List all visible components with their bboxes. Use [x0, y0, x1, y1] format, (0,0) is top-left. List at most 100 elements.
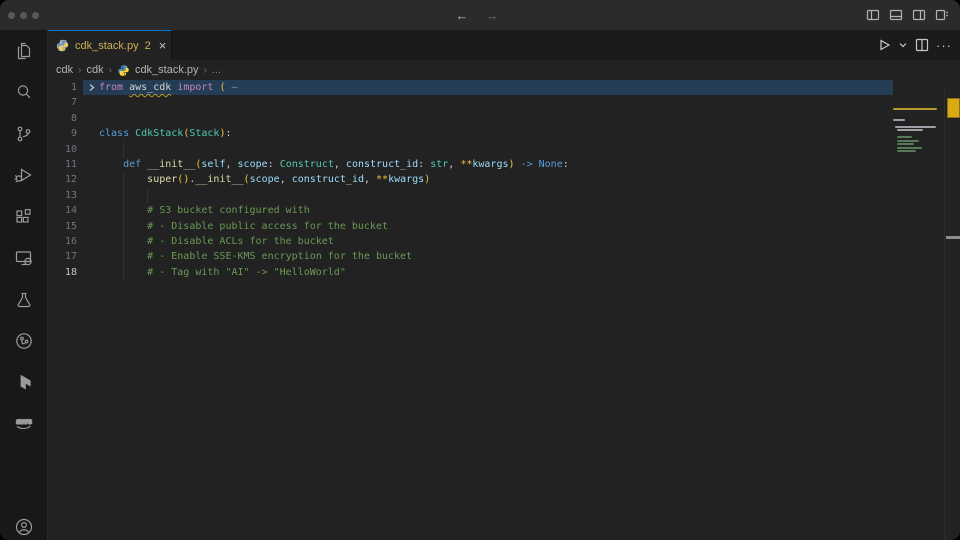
- indent-guide: [123, 265, 124, 280]
- code-line[interactable]: 8: [48, 111, 960, 126]
- indent-guide: [123, 203, 124, 218]
- title-bar: ← →: [0, 0, 960, 30]
- breadcrumb-separator: ›: [109, 65, 112, 76]
- code-text: # S3 bucket configured with: [99, 203, 310, 218]
- line-number: 9: [48, 126, 83, 141]
- code-text: # - Disable public access for the bucket: [99, 219, 388, 234]
- code-line[interactable]: 7: [48, 95, 960, 110]
- split-editor-icon[interactable]: [914, 37, 930, 53]
- code-line[interactable]: 17 # - Enable SSE-KMS encryption for the…: [48, 249, 960, 264]
- code-text: # - Tag with "AI" -> "HelloWorld": [99, 265, 346, 280]
- python-file-icon: [56, 39, 69, 52]
- fold-gutter: [83, 249, 99, 264]
- python-file-icon: [117, 64, 130, 77]
- source-control-icon[interactable]: [0, 113, 48, 155]
- code-text: # - Disable ACLs for the bucket: [99, 234, 334, 249]
- indent-guide: [123, 249, 124, 264]
- traffic-lights: [8, 0, 39, 30]
- customize-layout-icon[interactable]: [934, 7, 950, 23]
- code-text: super().__init__(scope, construct_id, **…: [99, 172, 430, 187]
- fold-chevron-icon[interactable]: [83, 80, 99, 95]
- line-number: 18: [48, 265, 83, 280]
- code-line[interactable]: 10: [48, 142, 960, 157]
- line-number: 13: [48, 188, 83, 203]
- fold-gutter: [83, 203, 99, 218]
- tab-bar: cdk_stack.py 2 × ···: [48, 30, 960, 60]
- code-line[interactable]: 13: [48, 188, 960, 203]
- code-line[interactable]: 9class CdkStack(Stack):: [48, 126, 960, 141]
- fold-gutter: [83, 95, 99, 110]
- fold-gutter: [83, 265, 99, 280]
- line-number: 8: [48, 111, 83, 126]
- breadcrumb-item[interactable]: ...: [212, 64, 221, 76]
- indent-guide: [123, 234, 124, 249]
- run-dropdown-chevron-icon[interactable]: [898, 37, 908, 53]
- overview-cursor-marker: [946, 236, 960, 239]
- code-line[interactable]: 15 # - Disable public access for the buc…: [48, 219, 960, 234]
- code-line[interactable]: 14 # S3 bucket configured with: [48, 203, 960, 218]
- minimap-line: [897, 150, 915, 152]
- overview-warning-marker: [947, 98, 960, 118]
- git-graph-icon[interactable]: [0, 321, 48, 363]
- run-python-file-icon[interactable]: [876, 37, 892, 53]
- line-number: 1: [48, 80, 83, 95]
- code-line[interactable]: 18 # - Tag with "AI" -> "HelloWorld": [48, 265, 960, 280]
- navigate-forward-button[interactable]: →: [482, 5, 502, 25]
- explorer-icon[interactable]: [0, 30, 48, 72]
- breadcrumb-separator: ›: [204, 65, 207, 76]
- minimap-line: [895, 126, 936, 128]
- code-line[interactable]: 16 # - Disable ACLs for the bucket: [48, 234, 960, 249]
- breadcrumb-item[interactable]: cdk: [86, 64, 103, 76]
- minimap[interactable]: [893, 108, 937, 328]
- minimap-line: [897, 140, 919, 142]
- search-icon[interactable]: [0, 72, 48, 114]
- fold-gutter: [83, 157, 99, 172]
- toggle-panel-icon[interactable]: [888, 7, 904, 23]
- code-line[interactable]: 12 super().__init__(scope, construct_id,…: [48, 172, 960, 187]
- line-number: 14: [48, 203, 83, 218]
- minimap-line: [893, 108, 937, 110]
- fold-gutter: [83, 234, 99, 249]
- code-text: # - Enable SSE-KMS encryption for the bu…: [99, 249, 412, 264]
- terraform-icon[interactable]: [0, 362, 48, 404]
- vscode-window: ← → aws cdk_stack.py 2 ×: [0, 0, 960, 540]
- remote-explorer-icon[interactable]: [0, 238, 48, 280]
- code-editor[interactable]: 1from aws_cdk import ( –789class CdkStac…: [48, 80, 960, 540]
- breadcrumb: cdk › cdk › cdk_stack.py ›...: [48, 60, 960, 80]
- overview-ruler[interactable]: [944, 90, 960, 540]
- extensions-icon[interactable]: [0, 196, 48, 238]
- testing-icon[interactable]: [0, 279, 48, 321]
- fold-gutter: [83, 126, 99, 141]
- code-line[interactable]: 1from aws_cdk import ( –: [48, 80, 960, 95]
- minimap-line: [897, 136, 912, 138]
- breadcrumb-item[interactable]: cdk_stack.py: [135, 64, 199, 76]
- accounts-icon[interactable]: [0, 514, 48, 540]
- tab-warning-badge: 2: [145, 40, 151, 52]
- line-number: 11: [48, 157, 83, 172]
- activity-bar: aws: [0, 30, 48, 540]
- more-actions-icon[interactable]: ···: [936, 38, 952, 53]
- aws-icon[interactable]: aws: [0, 404, 48, 446]
- navigate-back-button[interactable]: ←: [452, 5, 472, 25]
- minimap-line: [893, 119, 905, 121]
- run-debug-icon[interactable]: [0, 155, 48, 197]
- minimap-line: [897, 129, 923, 131]
- line-number: 16: [48, 234, 83, 249]
- indent-guide: [123, 142, 124, 157]
- line-number: 17: [48, 249, 83, 264]
- fold-gutter: [83, 188, 99, 203]
- tab-cdk-stack[interactable]: cdk_stack.py 2 ×: [48, 30, 172, 60]
- close-window-button[interactable]: [8, 12, 15, 19]
- toggle-primary-sidebar-icon[interactable]: [865, 7, 881, 23]
- indent-guide: [123, 172, 124, 187]
- tab-close-icon[interactable]: ×: [159, 39, 167, 52]
- maximize-window-button[interactable]: [32, 12, 39, 19]
- fold-gutter: [83, 219, 99, 234]
- breadcrumb-separator: ›: [78, 65, 81, 76]
- line-number: 12: [48, 172, 83, 187]
- minimize-window-button[interactable]: [20, 12, 27, 19]
- breadcrumb-item[interactable]: cdk: [56, 64, 73, 76]
- code-line[interactable]: 11 def __init__(self, scope: Construct, …: [48, 157, 960, 172]
- toggle-secondary-sidebar-icon[interactable]: [911, 7, 927, 23]
- indent-guide: [123, 188, 124, 203]
